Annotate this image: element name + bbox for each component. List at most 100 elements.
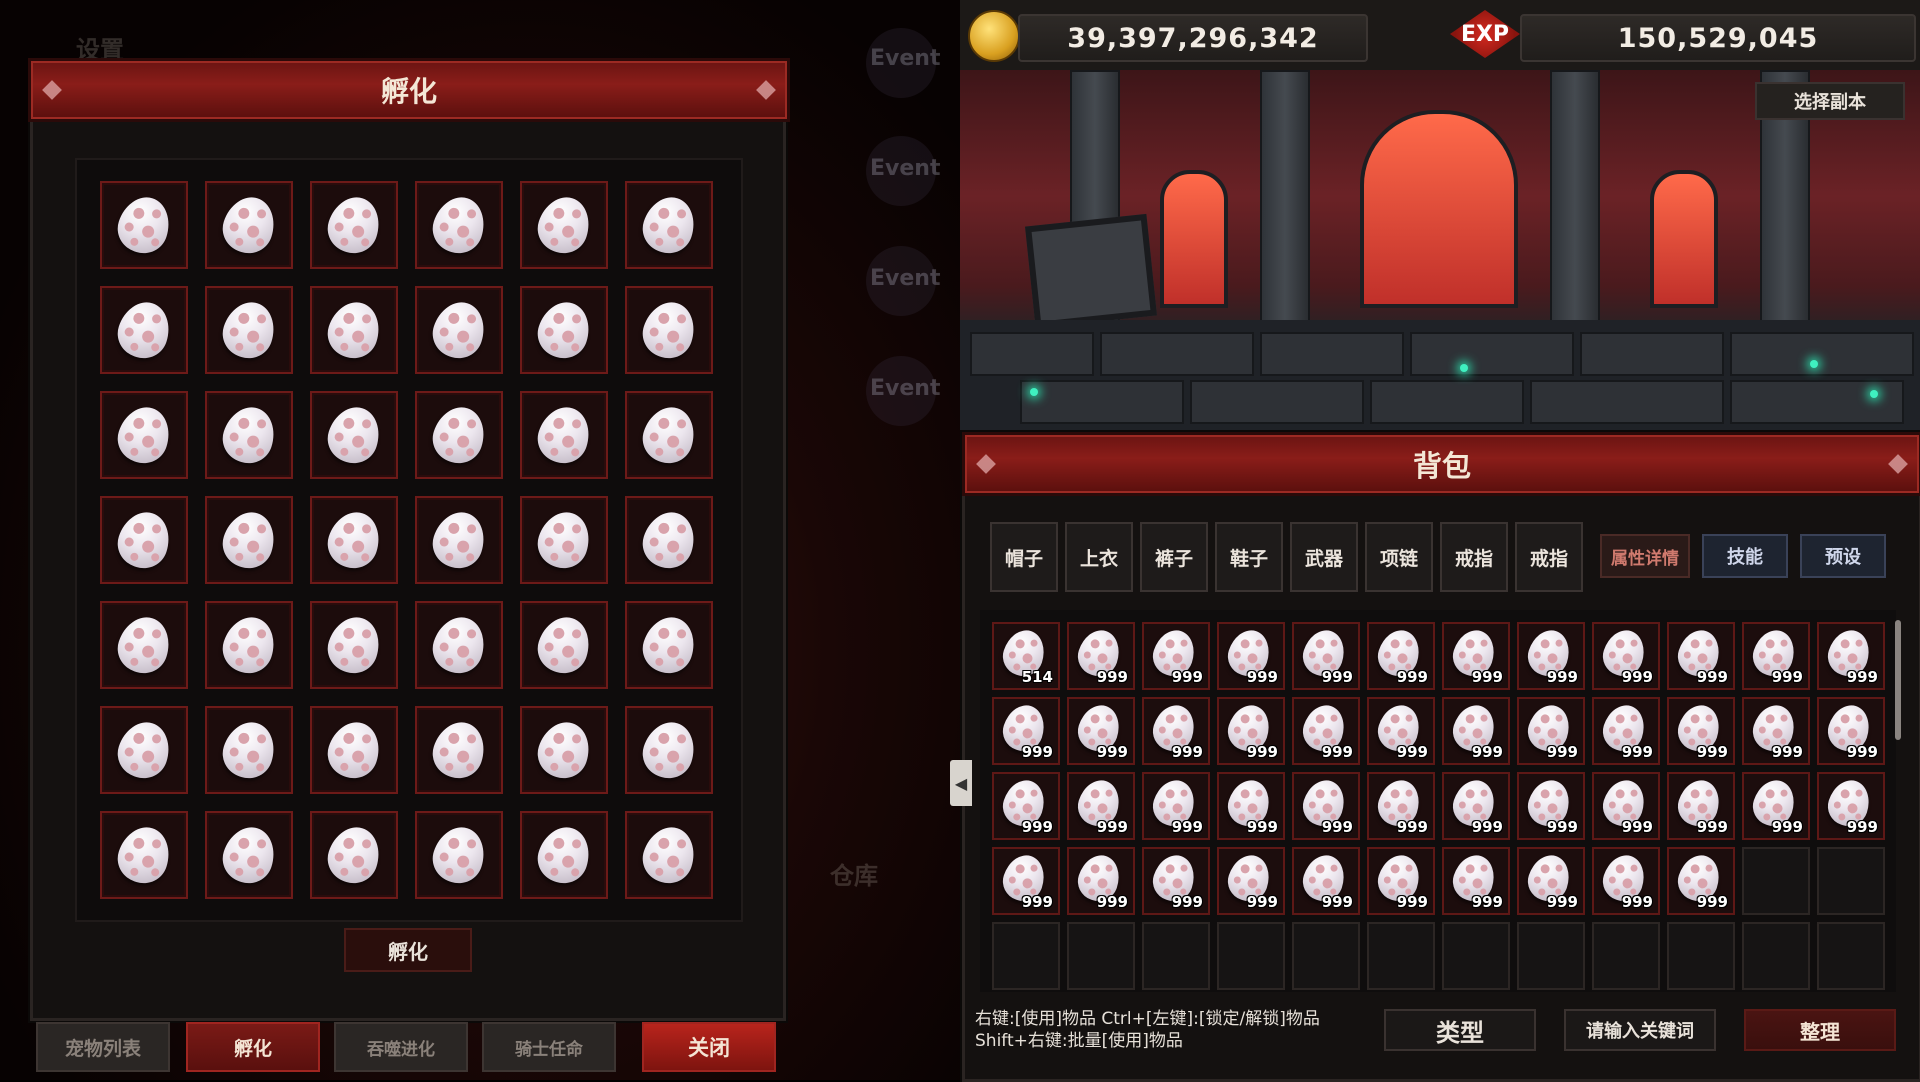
bag-item-slot[interactable]: 999 <box>1517 847 1585 915</box>
bag-item-slot[interactable]: 999 <box>1592 772 1660 840</box>
bag-empty-slot[interactable] <box>1667 922 1735 990</box>
bag-item-slot[interactable]: 999 <box>1667 847 1735 915</box>
attr-details-button[interactable]: 属性详情 <box>1600 534 1690 578</box>
bag-item-slot[interactable]: 999 <box>1367 697 1435 765</box>
bag-item-slot[interactable]: 999 <box>1442 847 1510 915</box>
bag-empty-slot[interactable] <box>1067 922 1135 990</box>
bag-scrollbar[interactable] <box>1895 620 1901 740</box>
hatch-egg-slot[interactable] <box>310 391 398 479</box>
hatch-egg-slot[interactable] <box>415 286 503 374</box>
hatch-egg-slot[interactable] <box>100 706 188 794</box>
hatch-egg-slot[interactable] <box>205 391 293 479</box>
hatch-egg-slot[interactable] <box>205 286 293 374</box>
bag-empty-slot[interactable] <box>1817 922 1885 990</box>
bag-item-slot[interactable]: 999 <box>1592 847 1660 915</box>
hatch-egg-slot[interactable] <box>310 706 398 794</box>
equip-tab[interactable]: 上衣 <box>1065 522 1133 592</box>
bag-item-slot[interactable]: 999 <box>1592 697 1660 765</box>
skills-button[interactable]: 技能 <box>1702 534 1788 578</box>
hatch-egg-slot[interactable] <box>625 811 713 899</box>
bag-item-slot[interactable]: 999 <box>1667 697 1735 765</box>
select-dungeon-button[interactable]: 选择副本 <box>1755 82 1905 120</box>
hatch-egg-slot[interactable] <box>100 181 188 269</box>
bag-item-slot[interactable]: 999 <box>1442 772 1510 840</box>
bag-empty-slot[interactable] <box>1217 922 1285 990</box>
hatch-egg-slot[interactable] <box>415 601 503 689</box>
hatch-egg-slot[interactable] <box>310 811 398 899</box>
bag-empty-slot[interactable] <box>1292 922 1360 990</box>
bag-item-slot[interactable]: 999 <box>1742 697 1810 765</box>
hatch-egg-slot[interactable] <box>415 811 503 899</box>
bag-item-slot[interactable]: 999 <box>1217 622 1285 690</box>
equip-tab[interactable]: 帽子 <box>990 522 1058 592</box>
bag-item-slot[interactable]: 999 <box>1667 772 1735 840</box>
event-label[interactable]: Event <box>870 46 940 71</box>
bag-empty-slot[interactable] <box>1817 847 1885 915</box>
hatch-egg-slot[interactable] <box>310 601 398 689</box>
bag-item-slot[interactable]: 999 <box>1217 697 1285 765</box>
bag-empty-slot[interactable] <box>1442 922 1510 990</box>
hatch-egg-slot[interactable] <box>100 496 188 584</box>
hatch-egg-slot[interactable] <box>520 181 608 269</box>
bag-item-slot[interactable]: 999 <box>1517 697 1585 765</box>
close-button[interactable]: 关闭 <box>642 1022 776 1072</box>
hatch-egg-slot[interactable] <box>100 811 188 899</box>
bag-item-slot[interactable]: 999 <box>1217 772 1285 840</box>
bag-item-slot[interactable]: 999 <box>1367 847 1435 915</box>
bag-item-slot[interactable]: 999 <box>1142 622 1210 690</box>
bag-item-slot[interactable]: 999 <box>1592 622 1660 690</box>
hatch-egg-slot[interactable] <box>520 391 608 479</box>
bag-item-slot[interactable]: 999 <box>1217 847 1285 915</box>
bag-empty-slot[interactable] <box>1742 847 1810 915</box>
type-filter-button[interactable]: 类型 <box>1384 1009 1536 1051</box>
hatch-egg-slot[interactable] <box>625 496 713 584</box>
event-label[interactable]: Event <box>870 156 940 181</box>
bag-item-slot[interactable]: 999 <box>992 697 1060 765</box>
bag-item-slot[interactable]: 999 <box>1667 622 1735 690</box>
bag-item-slot[interactable]: 999 <box>992 847 1060 915</box>
bag-item-slot[interactable]: 514 <box>992 622 1060 690</box>
bag-empty-slot[interactable] <box>1592 922 1660 990</box>
search-input[interactable]: 请输入关键词 <box>1564 1009 1716 1051</box>
hatch-egg-slot[interactable] <box>625 706 713 794</box>
bag-item-slot[interactable]: 999 <box>1442 697 1510 765</box>
equip-tab[interactable]: 项链 <box>1365 522 1433 592</box>
tab-knight-appoint[interactable]: 骑士任命 <box>482 1022 616 1072</box>
bag-empty-slot[interactable] <box>1742 922 1810 990</box>
bag-item-slot[interactable]: 999 <box>1817 622 1885 690</box>
hatch-egg-slot[interactable] <box>310 286 398 374</box>
hatch-egg-slot[interactable] <box>415 496 503 584</box>
bag-item-slot[interactable]: 999 <box>1292 622 1360 690</box>
preset-button[interactable]: 预设 <box>1800 534 1886 578</box>
equip-tab[interactable]: 戒指 <box>1440 522 1508 592</box>
hatch-egg-slot[interactable] <box>520 811 608 899</box>
hatch-egg-slot[interactable] <box>310 181 398 269</box>
bag-item-slot[interactable]: 999 <box>1142 697 1210 765</box>
event-label[interactable]: Event <box>870 376 940 401</box>
bag-item-slot[interactable]: 999 <box>1442 622 1510 690</box>
sort-button[interactable]: 整理 <box>1744 1009 1896 1051</box>
equip-tab[interactable]: 鞋子 <box>1215 522 1283 592</box>
bag-item-slot[interactable]: 999 <box>1067 772 1135 840</box>
hatch-egg-slot[interactable] <box>205 601 293 689</box>
hatch-egg-slot[interactable] <box>520 706 608 794</box>
bag-item-slot[interactable]: 999 <box>1517 772 1585 840</box>
hatch-egg-slot[interactable] <box>520 496 608 584</box>
hatch-egg-slot[interactable] <box>205 496 293 584</box>
bag-item-slot[interactable]: 999 <box>1367 772 1435 840</box>
bag-item-slot[interactable]: 999 <box>1817 772 1885 840</box>
hatch-egg-slot[interactable] <box>100 286 188 374</box>
bag-item-slot[interactable]: 999 <box>1142 772 1210 840</box>
bag-item-slot[interactable]: 999 <box>1292 847 1360 915</box>
hatch-egg-slot[interactable] <box>625 286 713 374</box>
bag-empty-slot[interactable] <box>1142 922 1210 990</box>
hatch-egg-slot[interactable] <box>415 181 503 269</box>
equip-tab[interactable]: 武器 <box>1290 522 1358 592</box>
hatch-egg-slot[interactable] <box>205 181 293 269</box>
event-label[interactable]: Event <box>870 266 940 291</box>
hatch-egg-slot[interactable] <box>100 391 188 479</box>
bag-item-slot[interactable]: 999 <box>1292 772 1360 840</box>
equip-tab[interactable]: 戒指 <box>1515 522 1583 592</box>
hatch-egg-slot[interactable] <box>520 601 608 689</box>
bag-item-slot[interactable]: 999 <box>1517 622 1585 690</box>
